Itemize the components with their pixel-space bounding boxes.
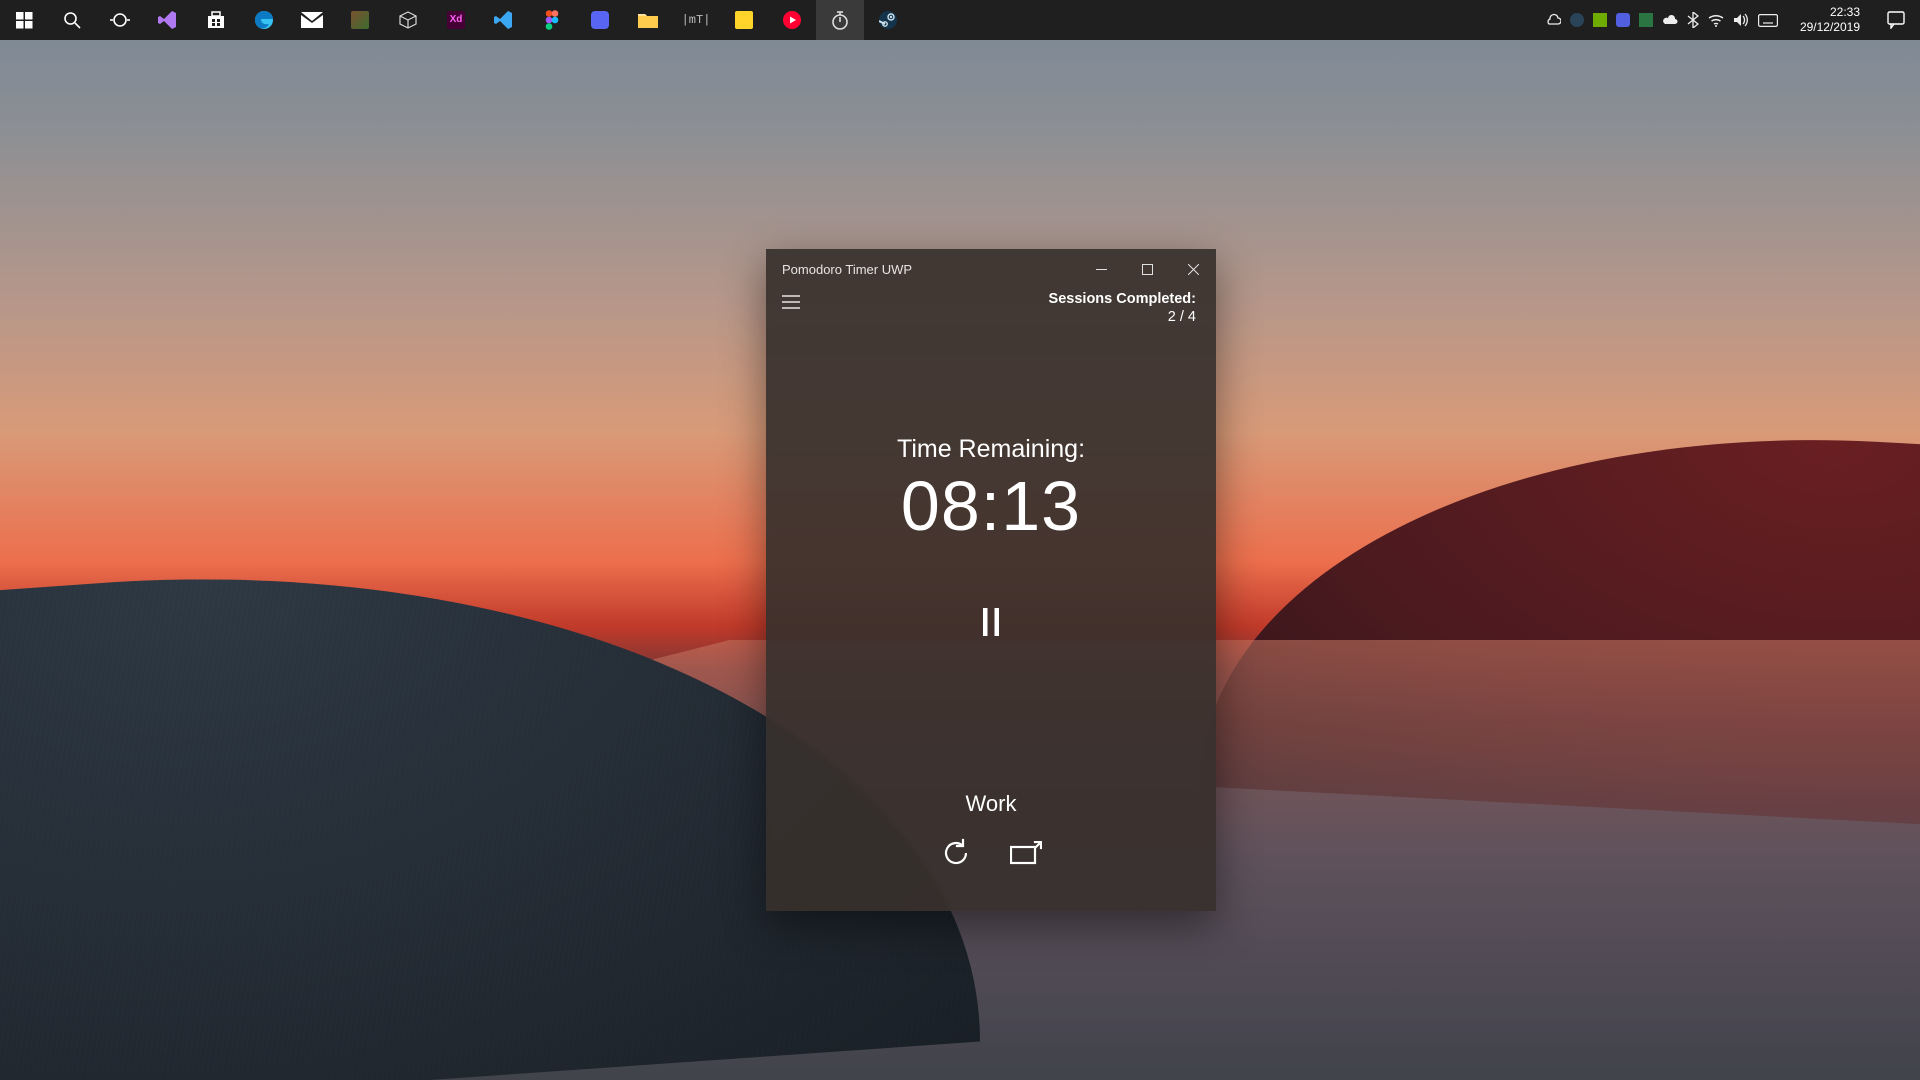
taskbar-app-file-explorer[interactable] [624,0,672,40]
close-icon [1188,264,1199,275]
mobaxterm-icon: |mT| [682,14,711,26]
visual-studio-icon [158,10,178,30]
clock-time: 22:33 [1800,5,1860,20]
taskbar-left: Xd |mT| [0,0,912,40]
stopwatch-icon [831,10,849,30]
sessions-counter: Sessions Completed: 2 / 4 [1049,291,1196,325]
window-titlebar[interactable]: Pomodoro Timer UWP [766,249,1216,289]
tray-steam-icon [1570,13,1584,27]
task-view-button[interactable] [96,0,144,40]
taskbar-app-discord[interactable] [576,0,624,40]
footer-buttons [766,835,1216,871]
time-block: Time Remaining: 08:13 [766,435,1216,546]
time-remaining-label: Time Remaining: [766,435,1216,464]
discord-icon [591,11,609,29]
tray-volume-icon [1733,13,1749,27]
figma-icon [545,10,559,30]
restart-button[interactable] [938,835,974,871]
system-tray[interactable] [1535,12,1788,28]
tray-wifi-icon [1708,13,1724,27]
maximize-button[interactable] [1124,249,1170,289]
taskbar: Xd |mT| [0,0,1920,40]
sessions-label: Sessions Completed: [1049,291,1196,307]
tray-onedrive-icon [1662,14,1678,26]
taskbar-app-mail[interactable] [288,0,336,40]
taskbar-app-microsoft-store[interactable] [192,0,240,40]
taskbar-app-3d-viewer[interactable] [384,0,432,40]
tray-discord-icon [1616,13,1630,27]
tray-security-icon [1639,13,1653,27]
compact-icon [1010,841,1042,865]
taskbar-app-vs-code[interactable] [480,0,528,40]
pause-button[interactable] [971,602,1011,642]
taskbar-app-pomodoro[interactable] [816,0,864,40]
compact-view-button[interactable] [1008,835,1044,871]
minecraft-icon [351,11,369,29]
app-footer: Work [766,791,1216,911]
taskbar-app-edge[interactable] [240,0,288,40]
store-icon [206,10,226,30]
app-header: Sessions Completed: 2 / 4 [766,289,1216,325]
sessions-count: 2 / 4 [1049,309,1196,325]
restart-icon [941,838,971,868]
youtube-music-icon [783,11,801,29]
taskbar-app-figma[interactable] [528,0,576,40]
caption-buttons [1078,249,1216,289]
search-button[interactable] [48,0,96,40]
close-button[interactable] [1170,249,1216,289]
edge-icon [254,10,274,30]
folder-icon [638,12,658,28]
taskbar-clock[interactable]: 22:33 29/12/2019 [1788,5,1872,35]
clock-date: 29/12/2019 [1800,20,1860,35]
tray-cloud-icon [1545,13,1561,27]
action-center-button[interactable] [1872,0,1920,40]
pomodoro-window: Pomodoro Timer UWP Sessions Completed: 2… [766,249,1216,911]
tray-nvidia-icon [1593,13,1607,27]
taskbar-app-visual-studio[interactable] [144,0,192,40]
steam-icon [879,11,897,29]
task-view-icon [110,11,130,29]
mail-icon [301,12,323,28]
taskbar-app-steam[interactable] [864,0,912,40]
minimize-button[interactable] [1078,249,1124,289]
xd-icon: Xd [447,11,465,29]
mode-label: Work [766,791,1216,817]
start-button[interactable] [0,0,48,40]
tray-bluetooth-icon [1687,12,1699,28]
cube-icon [398,10,418,30]
notification-icon [1887,11,1905,29]
minimize-icon [1096,264,1107,275]
menu-button[interactable] [782,291,800,314]
vscode-icon [494,10,514,30]
hamburger-icon [782,295,800,309]
windows-icon [16,12,33,29]
window-title: Pomodoro Timer UWP [782,262,912,277]
taskbar-right: 22:33 29/12/2019 [1535,0,1920,40]
taskbar-app-sticky-notes[interactable] [720,0,768,40]
search-icon [63,11,81,29]
tray-keyboard-icon [1758,14,1778,27]
taskbar-app-mobaxterm[interactable]: |mT| [672,0,720,40]
sticky-notes-icon [735,11,753,29]
taskbar-app-adobe-xd[interactable]: Xd [432,0,480,40]
maximize-icon [1142,264,1153,275]
pause-icon [983,608,999,636]
time-remaining-value: 08:13 [766,466,1216,546]
taskbar-app-youtube-music[interactable] [768,0,816,40]
taskbar-app-minecraft[interactable] [336,0,384,40]
